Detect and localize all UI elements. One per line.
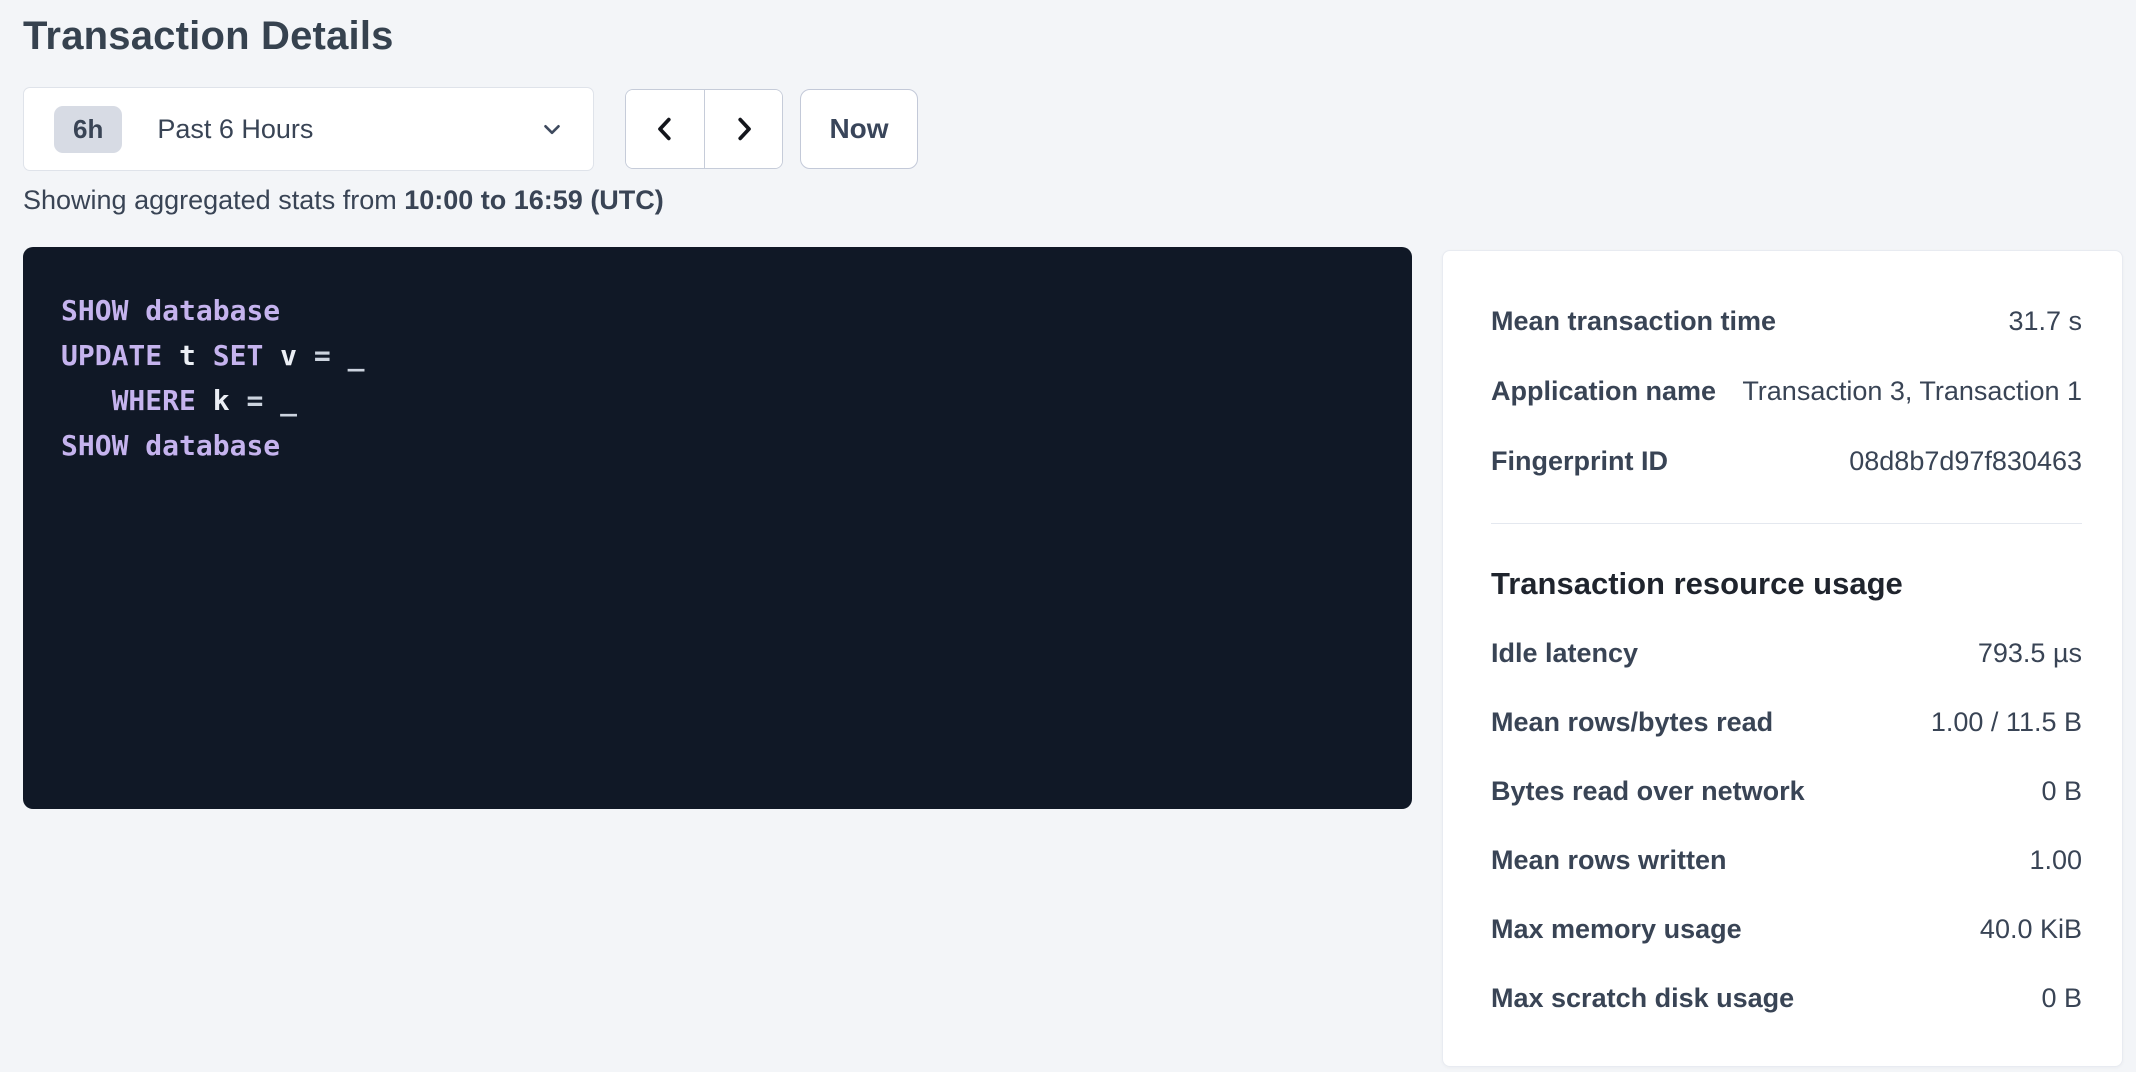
stat-value: 793.5 µs: [1978, 638, 2082, 669]
stat-row: Application name Transaction 3, Transacti…: [1491, 356, 2082, 426]
stat-value: 31.7 s: [2008, 306, 2082, 337]
time-range-badge: 6h: [54, 106, 122, 153]
stat-label: Max memory usage: [1491, 914, 1742, 945]
caption-time-range: 10:00 to 16:59 (UTC): [404, 185, 664, 215]
stat-value: 1.00 / 11.5 B: [1931, 707, 2082, 738]
sql-line: WHERE k = _: [61, 378, 1382, 423]
panel-divider: [1491, 523, 2082, 524]
stat-row: Fingerprint ID 08d8b7d97f830463: [1491, 426, 2082, 496]
stat-label: Mean transaction time: [1491, 306, 1776, 337]
resource-usage-heading: Transaction resource usage: [1491, 562, 2082, 606]
stat-row: Mean transaction time 31.7 s: [1491, 286, 2082, 356]
sql-line: UPDATE t SET v = _: [61, 333, 1382, 378]
stat-value: 0 B: [2041, 983, 2082, 1014]
transaction-summary-panel: Mean transaction time 31.7 s Application n…: [1442, 250, 2123, 1067]
stat-value: 08d8b7d97f830463: [1849, 446, 2082, 477]
stat-row: Max scratch disk usage 0 B: [1491, 964, 2082, 1033]
stat-row: Bytes read over network 0 B: [1491, 757, 2082, 826]
stat-label: Idle latency: [1491, 638, 1638, 669]
stat-label: Mean rows written: [1491, 845, 1727, 876]
stat-row: Mean rows/bytes read 1.00 / 11.5 B: [1491, 688, 2082, 757]
caption-prefix: Showing aggregated stats from: [23, 185, 404, 215]
stat-label: Mean rows/bytes read: [1491, 707, 1773, 738]
previous-time-button[interactable]: [626, 90, 704, 168]
stat-row: Idle latency 793.5 µs: [1491, 619, 2082, 688]
chevron-left-icon: [650, 114, 680, 144]
stat-row: Max memory usage 40.0 KiB: [1491, 895, 2082, 964]
sql-line: SHOW database: [61, 288, 1382, 333]
stat-label: Bytes read over network: [1491, 776, 1805, 807]
stat-value: Transaction 3, Transaction 1: [1742, 376, 2082, 407]
chevron-down-icon: [539, 116, 565, 142]
stat-label: Max scratch disk usage: [1491, 983, 1794, 1014]
transaction-details-page: Transaction Details 6h Past 6 Hours Now: [0, 0, 2136, 1072]
stat-value: 1.00: [2029, 845, 2082, 876]
aggregated-stats-caption: Showing aggregated stats from 10:00 to 1…: [23, 184, 664, 216]
stat-value: 0 B: [2041, 776, 2082, 807]
stat-label: Fingerprint ID: [1491, 446, 1668, 477]
page-title: Transaction Details: [23, 14, 394, 59]
time-nav-group: [625, 89, 783, 169]
resource-usage-rows: Idle latency 793.5 µs Mean rows/bytes read…: [1491, 619, 2082, 1033]
sql-statement-box: SHOW databaseUPDATE t SET v = _ WHERE k …: [23, 247, 1412, 809]
chevron-right-icon: [729, 114, 759, 144]
time-range-picker[interactable]: 6h Past 6 Hours: [23, 87, 594, 171]
time-controls: 6h Past 6 Hours Now: [23, 87, 918, 171]
stat-row: Mean rows written 1.00: [1491, 826, 2082, 895]
stat-label: Application name: [1491, 376, 1716, 407]
summary-top-rows: Mean transaction time 31.7 s Application n…: [1491, 286, 2082, 496]
next-time-button[interactable]: [704, 90, 782, 168]
sql-line: SHOW database: [61, 423, 1382, 468]
now-button[interactable]: Now: [800, 89, 918, 169]
stat-value: 40.0 KiB: [1980, 914, 2082, 945]
time-range-label: Past 6 Hours: [157, 114, 539, 145]
